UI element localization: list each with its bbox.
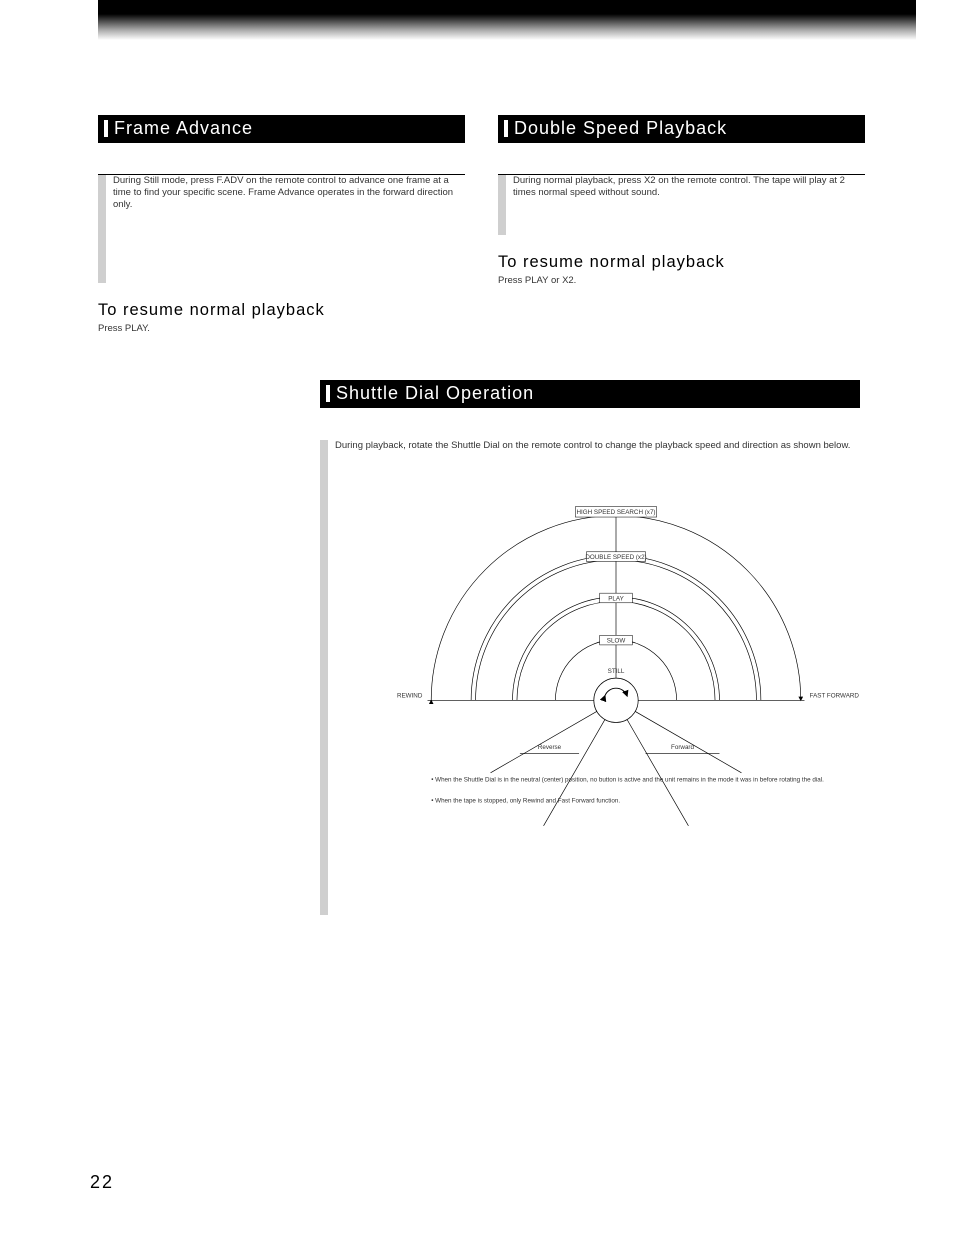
- note-stopped: • When the tape is stopped, only Rewind …: [431, 797, 620, 804]
- shuttle-intro: During playback, rotate the Shuttle Dial…: [335, 440, 860, 452]
- page-number: 22: [90, 1172, 114, 1193]
- subheading-resume-right: To resume normal playback: [498, 253, 865, 272]
- emphasis-bar: [320, 440, 328, 915]
- heading-double-speed: Double Speed Playback: [498, 115, 865, 143]
- note-reverse: Reverse: [538, 744, 562, 751]
- body-frame-advance: During Still mode, press F.ADV on the re…: [113, 175, 465, 211]
- label-double-speed: DOUBLE SPEED (x2): [585, 554, 646, 561]
- body-double-speed: During normal playback, press X2 on the …: [513, 175, 865, 199]
- header-gradient-bar: [98, 0, 916, 40]
- label-slow: SLOW: [607, 638, 626, 645]
- label-rewind: REWIND: [397, 692, 423, 699]
- heading-frame-advance: Frame Advance: [98, 115, 465, 143]
- label-high-speed: HIGH SPEED SEARCH (x7): [576, 509, 655, 516]
- label-fast-forward: FAST FORWARD: [810, 692, 860, 699]
- section-frame-advance: Frame Advance During Still mode, press F…: [98, 115, 465, 334]
- heading-shuttle: Shuttle Dial Operation: [320, 380, 860, 408]
- note-neutral: • When the Shuttle Dial is in the neutra…: [431, 777, 824, 784]
- emphasis-bar: [498, 175, 506, 235]
- resume-instruction-right: Press PLAY or X2.: [498, 275, 865, 286]
- section-double-speed: Double Speed Playback During normal play…: [498, 115, 865, 286]
- subheading-resume-left: To resume normal playback: [98, 301, 465, 320]
- label-still: STILL: [608, 668, 625, 675]
- label-play: PLAY: [608, 596, 624, 603]
- note-forward: Forward: [671, 744, 694, 751]
- emphasis-bar: [98, 175, 106, 283]
- shuttle-diagram: HIGH SPEED SEARCH (x7) DOUBLE SPEED (x2)…: [346, 486, 886, 826]
- resume-instruction-left: Press PLAY.: [98, 323, 465, 334]
